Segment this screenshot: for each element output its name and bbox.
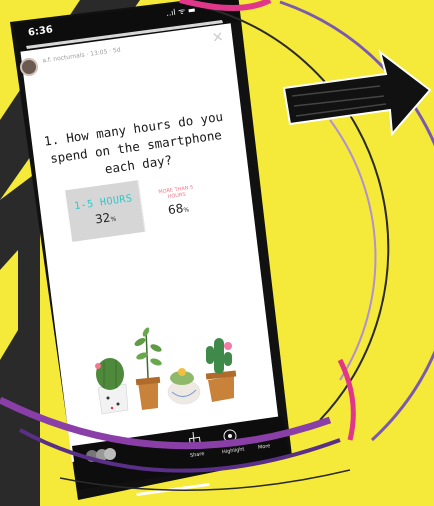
decorative-arcs xyxy=(0,0,434,491)
arrow-right-icon xyxy=(282,49,432,137)
